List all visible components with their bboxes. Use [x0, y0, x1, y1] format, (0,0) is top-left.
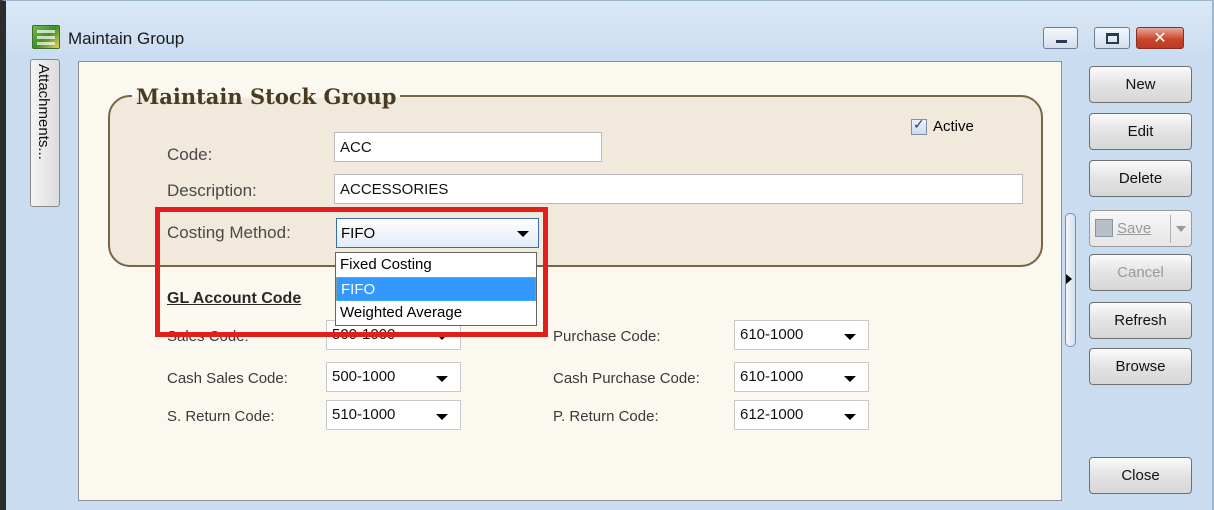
- group-title: Maintain Stock Group: [132, 84, 401, 109]
- save-button-label: Save: [1117, 220, 1152, 237]
- browse-button[interactable]: Browse: [1089, 348, 1192, 385]
- cash-sales-code-value: 500-1000: [332, 368, 396, 385]
- preturn-code-select[interactable]: 612-1000: [734, 400, 869, 430]
- highlight-annotation: [155, 207, 548, 337]
- minimize-icon: [1056, 40, 1067, 43]
- cancel-button-label: Cancel: [1117, 264, 1164, 281]
- cash-sales-code-select[interactable]: 500-1000: [326, 362, 461, 392]
- window-title: Maintain Group: [68, 29, 185, 48]
- browse-button-label: Browse: [1115, 358, 1166, 375]
- code-field[interactable]: ACC: [334, 132, 602, 162]
- edit-button[interactable]: Edit: [1089, 113, 1192, 150]
- refresh-button-label: Refresh: [1114, 312, 1167, 329]
- purchase-code-value: 610-1000: [740, 326, 804, 343]
- close-button-label: Close: [1121, 467, 1160, 484]
- description-field[interactable]: ACCESSORIES: [334, 174, 1023, 204]
- save-button[interactable]: Save: [1089, 210, 1192, 247]
- save-separator: [1170, 215, 1171, 243]
- close-button[interactable]: Close: [1089, 457, 1192, 494]
- active-label[interactable]: Active: [933, 118, 974, 135]
- active-checkbox[interactable]: [911, 117, 927, 135]
- sreturn-code-value: 510-1000: [332, 406, 396, 423]
- maximize-button[interactable]: [1094, 27, 1130, 49]
- chevron-down-icon[interactable]: [1176, 226, 1186, 232]
- minimize-button[interactable]: [1043, 27, 1078, 49]
- save-disk-icon: [1095, 219, 1113, 237]
- cash-purchase-code-label: Cash Purchase Code:: [553, 370, 700, 387]
- edit-button-label: Edit: [1127, 123, 1154, 140]
- refresh-button[interactable]: Refresh: [1089, 302, 1192, 339]
- purchase-code-select[interactable]: 610-1000: [734, 320, 869, 350]
- chevron-down-icon: [844, 376, 856, 382]
- cash-purchase-code-value: 610-1000: [740, 368, 804, 385]
- preturn-code-value: 612-1000: [740, 406, 804, 423]
- chevron-right-icon[interactable]: [1066, 274, 1072, 284]
- sreturn-code-select[interactable]: 510-1000: [326, 400, 461, 430]
- preturn-code-label: P. Return Code:: [553, 408, 659, 425]
- delete-button[interactable]: Delete: [1089, 160, 1192, 197]
- chevron-down-icon: [844, 414, 856, 420]
- cash-sales-code-label: Cash Sales Code:: [167, 370, 288, 387]
- maximize-icon: [1106, 33, 1119, 44]
- new-button-label: New: [1125, 76, 1156, 93]
- app-icon: [32, 25, 60, 49]
- code-label: Code:: [167, 145, 213, 164]
- close-window-button[interactable]: ✕: [1136, 27, 1184, 49]
- cancel-button[interactable]: Cancel: [1089, 254, 1192, 291]
- description-label: Description:: [167, 181, 257, 200]
- close-icon: ✕: [1153, 28, 1167, 47]
- purchase-code-label: Purchase Code:: [553, 328, 661, 345]
- new-button[interactable]: New: [1089, 66, 1192, 103]
- chevron-down-icon: [436, 376, 448, 382]
- chevron-down-icon: [436, 414, 448, 420]
- attachments-tab[interactable]: Attachments...: [30, 59, 60, 207]
- delete-button-label: Delete: [1118, 170, 1163, 187]
- chevron-down-icon: [844, 334, 856, 340]
- sreturn-code-label: S. Return Code:: [167, 408, 275, 425]
- cash-purchase-code-select[interactable]: 610-1000: [734, 362, 869, 392]
- title-bar[interactable]: Maintain Group ✕: [6, 1, 1212, 59]
- attachments-tab-label: Attachments...: [35, 64, 52, 160]
